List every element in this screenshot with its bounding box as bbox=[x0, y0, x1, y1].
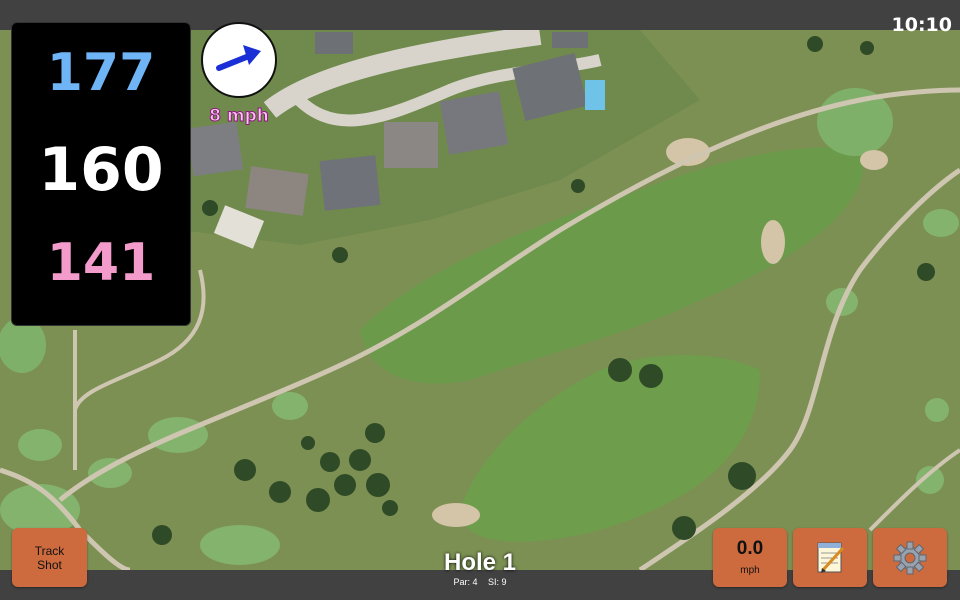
track-shot-label: Track Shot bbox=[34, 543, 65, 572]
gear-icon bbox=[893, 541, 927, 575]
speed-button[interactable]: 0.0 mph bbox=[713, 528, 787, 587]
speed-value: 0.0 bbox=[736, 538, 764, 559]
track-shot-button[interactable]: Track Shot bbox=[12, 528, 87, 587]
front-distance: 141 bbox=[46, 233, 156, 293]
hole-stroke-index: SI: 9 bbox=[488, 577, 507, 587]
middle-distance: 160 bbox=[38, 135, 164, 205]
speed-unit: mph bbox=[740, 565, 760, 576]
hole-title: Hole 1 bbox=[443, 549, 517, 576]
wind-arrow-icon bbox=[216, 45, 261, 71]
hole-info: Par: 4 SI: 9 bbox=[380, 577, 580, 587]
notepad-icon bbox=[817, 542, 845, 573]
clock: 10:10 bbox=[891, 14, 952, 36]
distance-panel: 177 160 141 bbox=[11, 22, 191, 326]
hole-par: Par: 4 bbox=[453, 577, 478, 587]
wind-speed: 8 mph bbox=[209, 106, 270, 127]
wind-indicator bbox=[201, 22, 277, 98]
settings-button[interactable] bbox=[873, 528, 947, 587]
back-distance: 177 bbox=[46, 43, 156, 103]
notes-button[interactable] bbox=[793, 528, 867, 587]
